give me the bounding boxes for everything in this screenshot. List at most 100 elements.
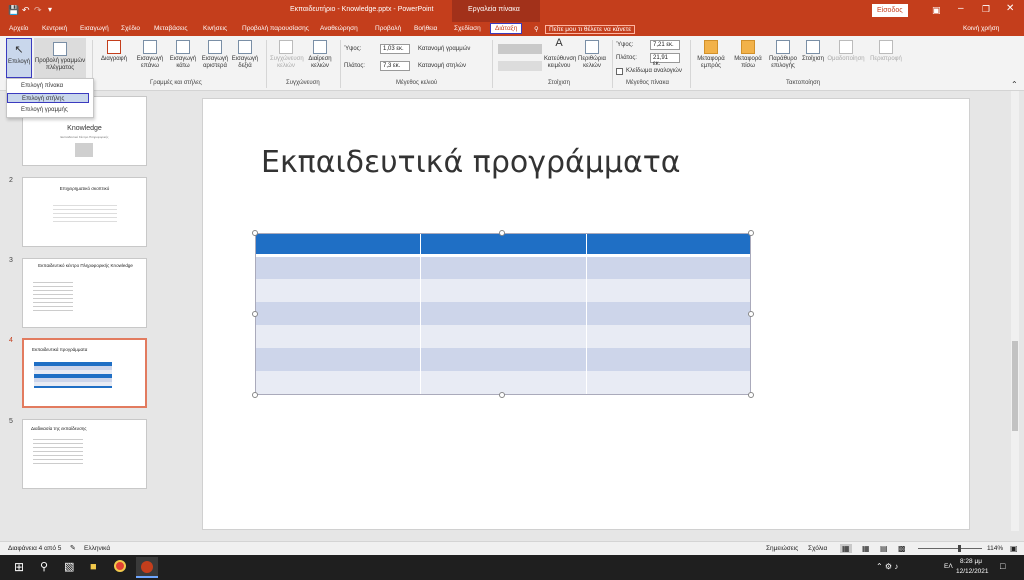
table-row[interactable] bbox=[256, 325, 750, 348]
system-tray-icons[interactable]: ⌃ ⚙ ♪ bbox=[876, 562, 898, 571]
slide-thumbnail-5[interactable]: Διαδικασία της εκπαίδευσης bbox=[22, 419, 147, 489]
table-height-input[interactable]: 7,21 εκ. bbox=[650, 40, 680, 50]
tab-view[interactable]: Προβολή bbox=[375, 25, 401, 32]
resize-handle[interactable] bbox=[252, 392, 258, 398]
tab-transitions[interactable]: Μεταβάσεις bbox=[154, 25, 188, 32]
save-icon[interactable]: 💾 bbox=[8, 5, 19, 16]
tab-file[interactable]: Αρχείο bbox=[9, 25, 28, 32]
share-button[interactable]: Κοινή χρήση bbox=[963, 25, 999, 32]
notification-icon[interactable]: □ bbox=[1000, 561, 1005, 571]
windows-start-icon[interactable]: ⊞ bbox=[14, 560, 24, 574]
table-row[interactable] bbox=[256, 279, 750, 302]
select-button[interactable]: ↖ Επιλογή bbox=[6, 38, 32, 78]
undo-icon[interactable]: ↶ bbox=[22, 5, 30, 16]
tell-me-search[interactable]: Πείτε μου τι θέλετε να κάνετε bbox=[545, 25, 636, 34]
insert-left-button[interactable]: Εισαγωγή αριστερά bbox=[199, 40, 231, 70]
tab-design[interactable]: Σχέδιο bbox=[121, 25, 140, 32]
table-header-row[interactable] bbox=[256, 234, 750, 254]
collapse-ribbon-icon[interactable]: ⌃ bbox=[1011, 80, 1018, 89]
tab-layout[interactable]: Διάταξη bbox=[490, 23, 523, 34]
text-direction-button[interactable]: A Κατεύθυνση κειμένου bbox=[544, 38, 576, 70]
notes-button[interactable]: Σημειώσεις bbox=[766, 545, 798, 552]
resize-handle[interactable] bbox=[252, 230, 258, 236]
maximize-icon[interactable]: ❐ bbox=[982, 4, 990, 15]
language-indicator[interactable]: Ελληνικά bbox=[84, 545, 110, 552]
merge-cells-button[interactable]: Συγχώνευση κελιών bbox=[270, 40, 304, 70]
minimize-icon[interactable]: – bbox=[958, 3, 964, 14]
tab-insert[interactable]: Εισαγωγή bbox=[80, 25, 109, 32]
slide-thumbnail-2[interactable]: Επιχειρηματικό σκοπτικό bbox=[22, 177, 147, 247]
quick-access-customize-icon[interactable]: ▾ bbox=[48, 5, 52, 14]
resize-handle[interactable] bbox=[499, 392, 505, 398]
redo-icon[interactable]: ↷ bbox=[34, 5, 42, 16]
selection-pane-button[interactable]: Παράθυρο επιλογής bbox=[766, 40, 800, 70]
tab-slideshow[interactable]: Προβολή παρουσίασης bbox=[242, 25, 309, 32]
lock-ratio-checkbox[interactable] bbox=[616, 68, 623, 75]
resize-handle[interactable] bbox=[748, 311, 754, 317]
table-width-input[interactable]: 21,91 εκ. bbox=[650, 53, 680, 67]
clock-time[interactable]: 8:28 μμ bbox=[960, 558, 982, 565]
rotate-button[interactable]: Περιστροφή bbox=[866, 40, 906, 63]
resize-handle[interactable] bbox=[499, 230, 505, 236]
spellcheck-icon[interactable]: ✎ bbox=[70, 544, 76, 552]
tab-review[interactable]: Αναθεώρηση bbox=[320, 25, 358, 32]
zoom-level[interactable]: 114% bbox=[987, 545, 1003, 552]
cell-width-input[interactable]: 7,3 εκ. bbox=[380, 61, 410, 71]
group-button[interactable]: Ομαδοποίηση bbox=[826, 40, 866, 63]
vertical-scrollbar[interactable] bbox=[1011, 91, 1019, 531]
signin-button[interactable]: Είσοδος bbox=[872, 4, 908, 17]
tab-animations[interactable]: Κινήσεις bbox=[203, 25, 227, 32]
table-row[interactable] bbox=[256, 371, 750, 394]
comments-button[interactable]: Σχόλια bbox=[808, 545, 827, 552]
slide-thumbnail-3[interactable]: Εκπαιδευτικό κέντρο Πληροφορικής Knowled… bbox=[22, 258, 147, 328]
zoom-slider-thumb[interactable] bbox=[958, 545, 961, 552]
ribbon-display-icon[interactable]: ▣ bbox=[932, 5, 941, 16]
tab-home[interactable]: Κεντρική bbox=[42, 25, 67, 32]
split-cells-button[interactable]: Διαίρεση κελιών bbox=[304, 40, 336, 70]
menu-select-table[interactable]: Επιλογή πίνακα bbox=[7, 81, 89, 91]
insert-right-button[interactable]: Εισαγωγή δεξιά bbox=[230, 40, 260, 70]
chrome-icon[interactable] bbox=[114, 560, 126, 572]
zoom-slider[interactable] bbox=[918, 548, 982, 549]
table-row[interactable] bbox=[256, 348, 750, 371]
slideshow-icon[interactable]: ▩ bbox=[898, 544, 906, 553]
distribute-rows-button[interactable]: Κατανομή γραμμών bbox=[418, 46, 470, 52]
send-backward-button[interactable]: Μεταφορά πίσω bbox=[731, 40, 765, 70]
tab-table-design[interactable]: Σχεδίαση bbox=[454, 25, 481, 32]
insert-above-button[interactable]: Εισαγωγή επάνω bbox=[134, 40, 166, 70]
scrollbar-thumb[interactable] bbox=[1012, 341, 1018, 431]
fit-to-window-icon[interactable]: ▣ bbox=[1010, 544, 1018, 553]
bring-forward-button[interactable]: Μεταφορά εμπρός bbox=[694, 40, 728, 70]
delete-button[interactable]: Διαγραφή bbox=[97, 40, 131, 63]
clock-date[interactable]: 12/12/2021 bbox=[956, 568, 989, 575]
normal-view-icon[interactable]: ▦ bbox=[840, 544, 852, 553]
powerpoint-taskbar-button[interactable] bbox=[136, 557, 158, 578]
current-slide[interactable]: Εκπαιδευτικά προγράμματα bbox=[202, 98, 970, 530]
menu-select-column[interactable]: Επιλογή στήλης bbox=[7, 93, 89, 103]
distribute-columns-button[interactable]: Κατανομή στηλών bbox=[418, 63, 466, 69]
slide-sorter-icon[interactable]: ▦ bbox=[862, 544, 870, 553]
slide-table[interactable] bbox=[255, 233, 751, 395]
slide-thumbnail-4[interactable]: Εκπαιδευτικά προγράμματα bbox=[22, 338, 147, 408]
cell-height-input[interactable]: 1,03 εκ. bbox=[380, 44, 410, 54]
close-icon[interactable]: ✕ bbox=[1006, 3, 1014, 14]
file-explorer-icon[interactable]: ■ bbox=[90, 561, 97, 573]
input-language[interactable]: ΕΛ bbox=[944, 563, 953, 570]
table-row[interactable] bbox=[256, 257, 750, 279]
resize-handle[interactable] bbox=[252, 311, 258, 317]
cell-margins-button[interactable]: Περιθώρια κελιών bbox=[576, 40, 608, 70]
reading-view-icon[interactable]: ▤ bbox=[880, 544, 888, 553]
search-icon[interactable]: ⚲ bbox=[40, 560, 48, 573]
task-view-icon[interactable]: ▧ bbox=[64, 560, 74, 573]
horizontal-align-buttons[interactable] bbox=[498, 44, 542, 54]
resize-handle[interactable] bbox=[748, 392, 754, 398]
table-row[interactable] bbox=[256, 302, 750, 325]
menu-select-row[interactable]: Επιλογή γραμμής bbox=[7, 105, 89, 115]
vertical-align-buttons[interactable] bbox=[498, 61, 542, 71]
align-button[interactable]: Στοίχιση bbox=[801, 40, 825, 63]
resize-handle[interactable] bbox=[748, 230, 754, 236]
slide-title[interactable]: Εκπαιδευτικά προγράμματα bbox=[261, 145, 681, 180]
view-gridlines-button[interactable]: Προβολή γραμμών πλέγματος bbox=[34, 38, 86, 78]
insert-below-button[interactable]: Εισαγωγή κάτω bbox=[167, 40, 199, 70]
tab-help[interactable]: Βοήθεια bbox=[414, 25, 437, 32]
